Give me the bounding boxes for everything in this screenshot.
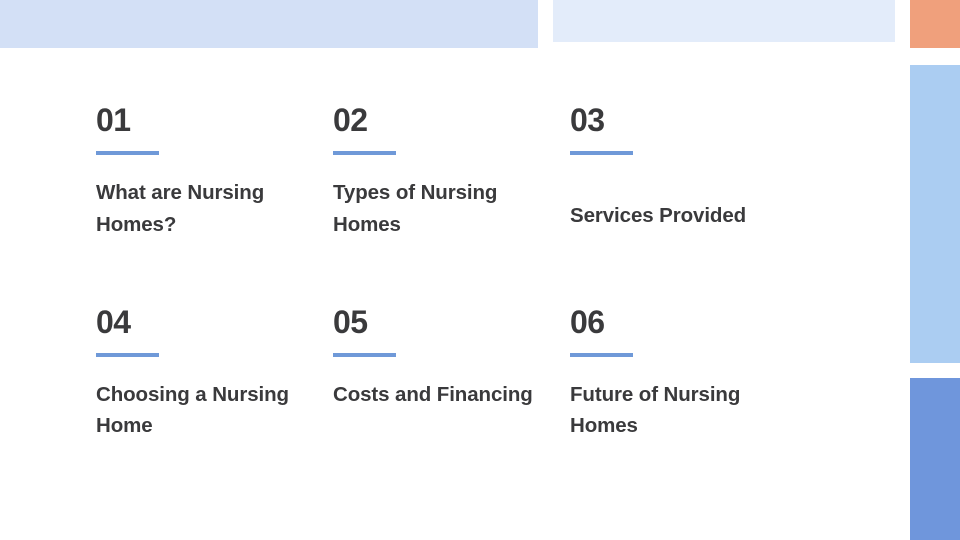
agenda-item-03[interactable]: 03 Services Provided <box>570 104 856 232</box>
agenda-item-title: What are Nursing Homes? <box>96 181 265 236</box>
top-left-band <box>0 0 538 48</box>
agenda-item-04[interactable]: 04 Choosing a Nursing Home <box>96 306 333 443</box>
agenda-item-01[interactable]: 01 What are Nursing Homes? <box>96 104 333 241</box>
agenda-row: 04 Choosing a Nursing Home 05 Costs and … <box>96 306 856 443</box>
agenda-item-title: Future of Nursing Homes <box>570 382 741 438</box>
agenda-item-title: Choosing a Nursing Home <box>96 382 289 438</box>
agenda-item-title: Costs and Financing <box>333 382 533 406</box>
agenda-item-title: Types of Nursing Homes <box>333 181 498 236</box>
agenda-item-rule <box>570 151 633 155</box>
agenda-item-05[interactable]: 05 Costs and Financing <box>333 306 570 411</box>
agenda-item-number: 02 <box>333 102 368 138</box>
top-middle-band <box>553 0 895 42</box>
agenda-item-rule <box>333 151 396 155</box>
agenda-item-rule <box>96 352 159 357</box>
right-lightblue-block <box>910 65 960 363</box>
agenda-item-rule <box>96 151 159 155</box>
agenda-item-06[interactable]: 06 Future of Nursing Homes <box>570 306 856 443</box>
agenda-item-number: 06 <box>570 303 605 340</box>
right-blue-block <box>910 378 960 540</box>
right-orange-block <box>910 0 960 48</box>
agenda-item-number: 03 <box>570 102 605 138</box>
agenda-item-number: 01 <box>96 102 131 138</box>
agenda-item-rule <box>333 352 396 357</box>
agenda-row: 01 What are Nursing Homes? 02 Types of N… <box>96 104 856 241</box>
agenda-grid: 01 What are Nursing Homes? 02 Types of N… <box>96 104 856 442</box>
agenda-item-title: Services Provided <box>570 204 747 227</box>
agenda-item-number: 05 <box>333 303 368 340</box>
slide-canvas: { "slide": { "type": "agenda-slide", "ba… <box>0 0 960 540</box>
agenda-item-02[interactable]: 02 Types of Nursing Homes <box>333 104 570 241</box>
agenda-item-number: 04 <box>96 303 131 340</box>
agenda-item-rule <box>570 352 633 357</box>
